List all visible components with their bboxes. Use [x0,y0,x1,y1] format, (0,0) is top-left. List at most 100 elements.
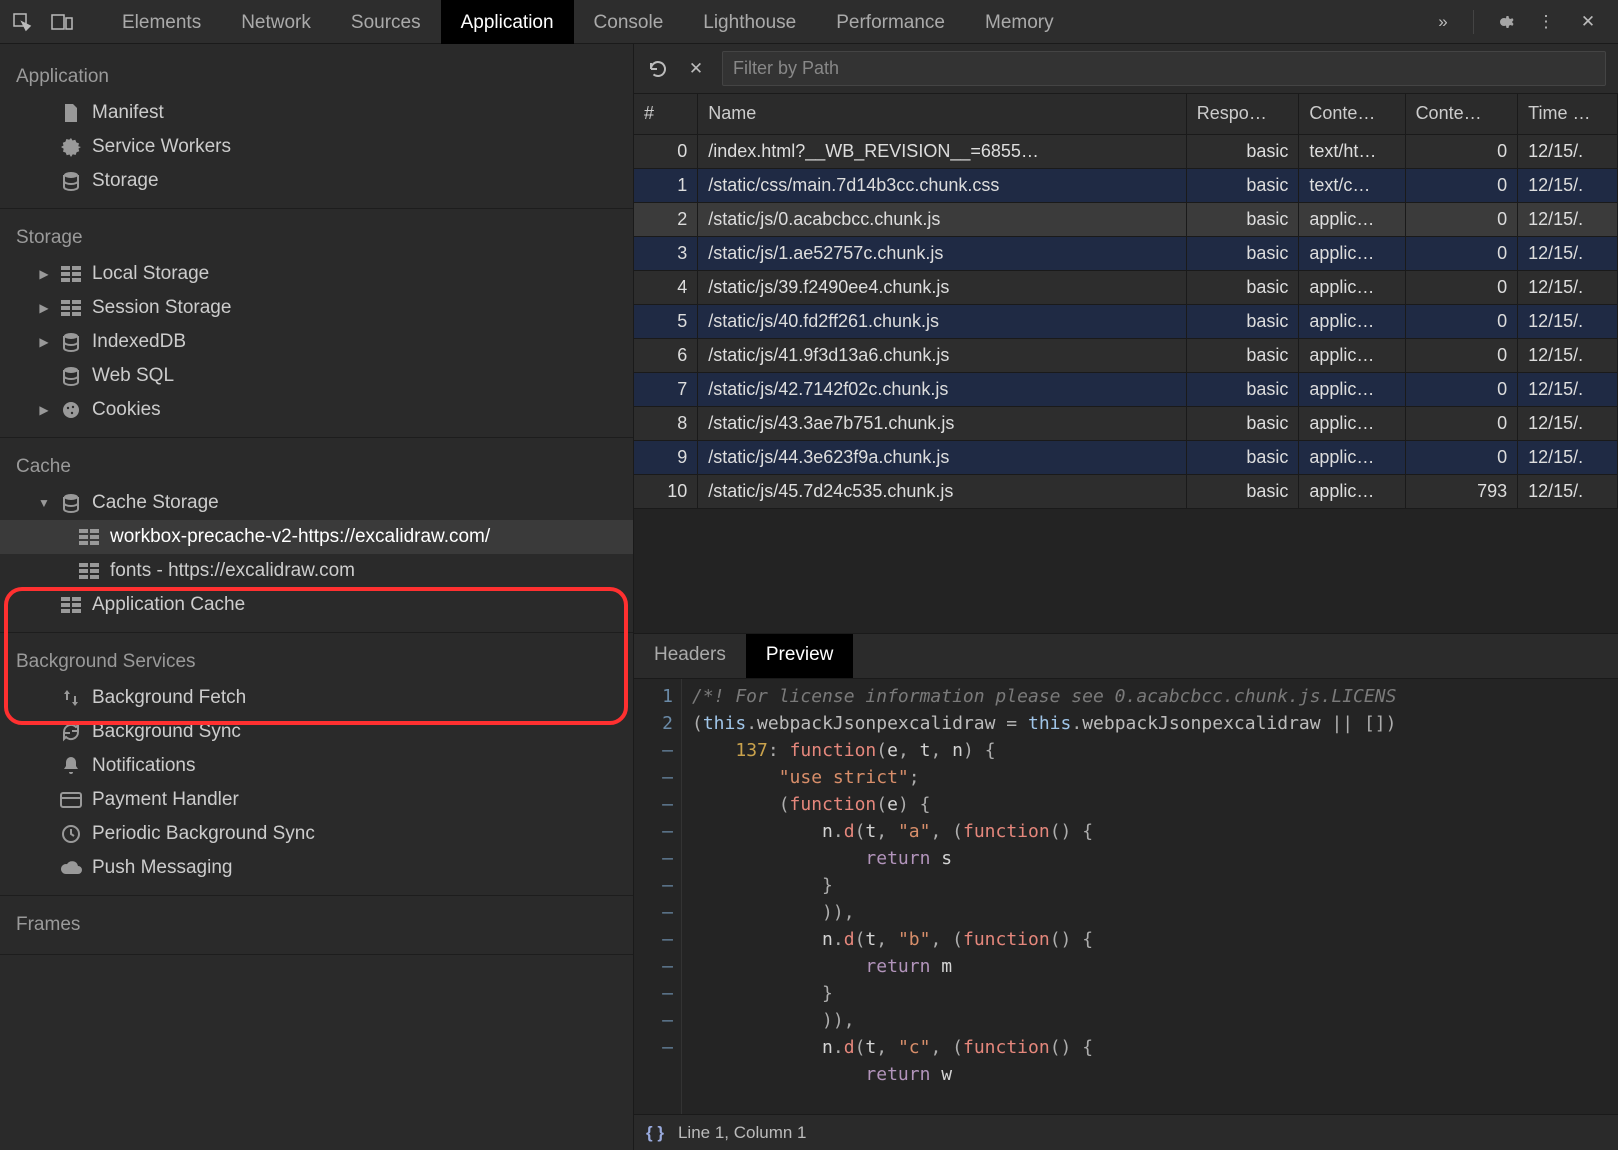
detail-tab-headers[interactable]: Headers [634,634,746,678]
caret-down-icon[interactable]: ▼ [38,496,50,510]
table-cell: 12/15/. [1518,270,1618,304]
table-cell: applic… [1299,270,1405,304]
tree-item[interactable]: Manifest [0,96,633,130]
caret-right-icon[interactable]: ▶ [38,267,50,281]
caret-right-icon[interactable]: ▶ [38,403,50,417]
table-header[interactable]: Name [698,94,1187,134]
cursor-position: Line 1, Column 1 [678,1123,807,1143]
db-icon [60,365,82,387]
tree-item[interactable]: Application Cache [0,588,633,622]
tab-performance[interactable]: Performance [816,0,965,44]
caret-right-icon[interactable]: ▶ [38,335,50,349]
table-cell: 12/15/. [1518,372,1618,406]
table-header[interactable]: Respo… [1186,94,1299,134]
table-row[interactable]: 9/static/js/44.3e623f9a.chunk.jsbasicapp… [634,440,1618,474]
table-cell: applic… [1299,338,1405,372]
table-cell: 0 [1405,304,1518,338]
close-devtools-icon[interactable]: ✕ [1576,10,1600,34]
table-cell: 1 [634,168,698,202]
tree-item[interactable]: Payment Handler [0,783,633,817]
tree-item[interactable]: Notifications [0,749,633,783]
tab-network[interactable]: Network [221,0,331,44]
refresh-icon[interactable] [646,57,670,81]
table-row[interactable]: 7/static/js/42.7142f02c.chunk.jsbasicapp… [634,372,1618,406]
table-cell: /index.html?__WB_REVISION__=6855… [698,134,1187,168]
table-row[interactable]: 5/static/js/40.fd2ff261.chunk.jsbasicapp… [634,304,1618,338]
table-cell: 0 [1405,372,1518,406]
tab-console[interactable]: Console [574,0,684,44]
tab-sources[interactable]: Sources [331,0,441,44]
table-cell: applic… [1299,236,1405,270]
table-cell: /static/js/44.3e623f9a.chunk.js [698,440,1187,474]
table-row[interactable]: 6/static/js/41.9f3d13a6.chunk.jsbasicapp… [634,338,1618,372]
caret-right-icon[interactable]: ▶ [38,301,50,315]
tree-item[interactable]: ▶ IndexedDB [0,325,633,359]
code-preview[interactable]: 12–––––––––––– /*! For license informati… [634,679,1618,1114]
grid-icon [78,526,100,548]
grid-icon [60,594,82,616]
table-row[interactable]: 1/static/css/main.7d14b3cc.chunk.cssbasi… [634,168,1618,202]
table-header[interactable]: Conte… [1405,94,1518,134]
tree-item-label: Application Cache [92,594,245,616]
tree-item-label: Storage [92,170,159,192]
more-tabs-icon[interactable]: » [1431,10,1455,34]
tree-item[interactable]: ▶Cookies [0,393,633,427]
tree-item[interactable]: workbox-precache-v2-https://excalidraw.c… [0,520,633,554]
table-cell: applic… [1299,406,1405,440]
table-cell: basic [1186,440,1299,474]
table-cell: 8 [634,406,698,440]
settings-icon[interactable] [1492,10,1516,34]
clock-icon [60,823,82,845]
cloud-icon [60,857,82,879]
tree-item[interactable]: Push Messaging [0,851,633,885]
status-bar: { } Line 1, Column 1 [634,1114,1618,1150]
tree-item[interactable]: Web SQL [0,359,633,393]
tree-item[interactable]: Service Workers [0,130,633,164]
filter-input[interactable] [722,51,1606,86]
table-cell: 9 [634,440,698,474]
table-header[interactable]: Time … [1518,94,1618,134]
updown-icon [60,687,82,709]
section-title: Cache [0,444,633,486]
tab-elements[interactable]: Elements [102,0,221,44]
tree-item-label: Payment Handler [92,789,239,811]
braces-icon[interactable]: { } [646,1123,664,1143]
table-row[interactable]: 2/static/js/0.acabcbcc.chunk.jsbasicappl… [634,202,1618,236]
table-row[interactable]: 3/static/js/1.ae52757c.chunk.jsbasicappl… [634,236,1618,270]
tree-item[interactable]: Storage [0,164,633,198]
table-row[interactable]: 0/index.html?__WB_REVISION__=6855…basict… [634,134,1618,168]
tab-memory[interactable]: Memory [965,0,1074,44]
table-row[interactable]: 4/static/js/39.f2490ee4.chunk.jsbasicapp… [634,270,1618,304]
table-cell: 7 [634,372,698,406]
table-cell: 0 [1405,270,1518,304]
table-cell: /static/js/1.ae52757c.chunk.js [698,236,1187,270]
table-row[interactable]: 10/static/js/45.7d24c535.chunk.jsbasicap… [634,474,1618,508]
table-cell: 12/15/. [1518,134,1618,168]
table-cell: 0 [634,134,698,168]
tree-item[interactable]: ▶Session Storage [0,291,633,325]
device-icon[interactable] [50,10,74,34]
table-cell: basic [1186,270,1299,304]
table-header[interactable]: # [634,94,698,134]
table-cell: basic [1186,406,1299,440]
tree-item[interactable]: fonts - https://excalidraw.com [0,554,633,588]
inspect-icon[interactable] [10,10,34,34]
table-cell: basic [1186,304,1299,338]
kebab-icon[interactable]: ⋮ [1534,10,1558,34]
tree-item-label: Background Sync [92,721,241,743]
table-cell: basic [1186,338,1299,372]
tree-item[interactable]: ▼Cache Storage [0,486,633,520]
tab-application[interactable]: Application [441,0,574,44]
table-cell: 793 [1405,474,1518,508]
detail-tab-preview[interactable]: Preview [746,634,854,678]
clear-icon[interactable]: ✕ [684,57,708,81]
table-row[interactable]: 8/static/js/43.3ae7b751.chunk.jsbasicapp… [634,406,1618,440]
tree-item[interactable]: Background Sync [0,715,633,749]
tree-item[interactable]: Periodic Background Sync [0,817,633,851]
table-cell: 0 [1405,236,1518,270]
tree-item[interactable]: ▶Local Storage [0,257,633,291]
tree-item-label: IndexedDB [92,331,186,353]
table-header[interactable]: Conte… [1299,94,1405,134]
tab-lighthouse[interactable]: Lighthouse [683,0,816,44]
tree-item[interactable]: Background Fetch [0,681,633,715]
